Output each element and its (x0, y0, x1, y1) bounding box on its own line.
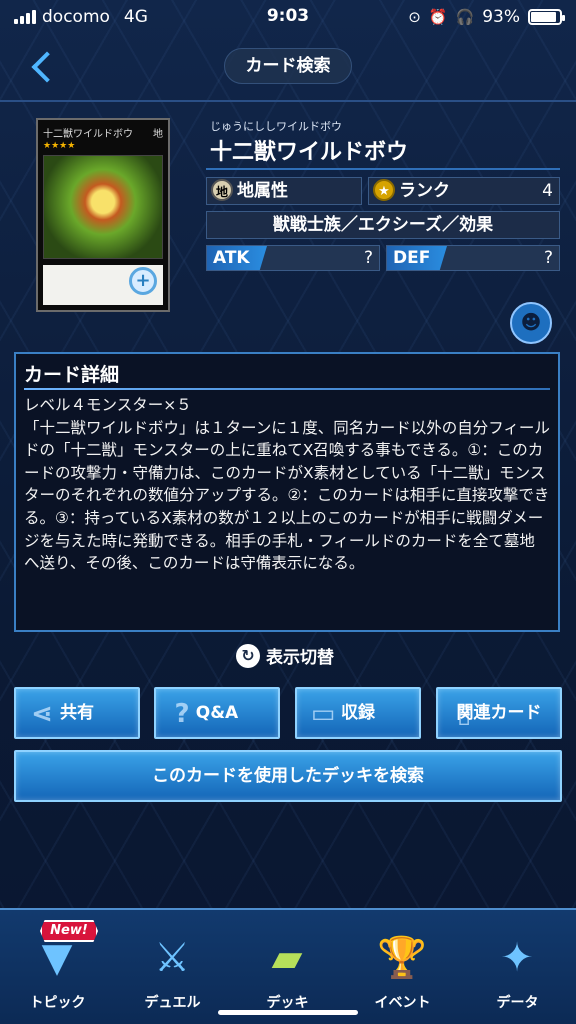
zoom-icon[interactable]: + (129, 267, 157, 295)
card-image[interactable]: 十二獣ワイルドボウ 地 ★★★★ + (36, 118, 170, 312)
card-type: 獣戦士族／エクシーズ／効果 (206, 211, 560, 239)
nav-header: カード検索 (0, 34, 576, 100)
clock: 9:03 (266, 6, 310, 26)
tab-deck[interactable]: ▰ デッキ (230, 910, 345, 1024)
share-button[interactable]: ⋖ 共有 (14, 687, 140, 739)
def-label: DEF (387, 246, 447, 270)
related-cards-button[interactable]: ▯ 関連カード (436, 687, 562, 739)
qa-button[interactable]: ? Q&A (154, 687, 280, 739)
tab-event[interactable]: 🏆 イベント (345, 910, 460, 1024)
def-value: ? (543, 248, 553, 268)
attribute-label: 地属性 (237, 181, 288, 201)
rank-star-icon: ★ (373, 179, 395, 201)
header-divider (0, 100, 576, 102)
detail-divider (24, 388, 550, 390)
tab-duel[interactable]: ⚔ デュエル (115, 910, 230, 1024)
qa-icon: ? (174, 699, 190, 729)
atk-box: ATK ? (206, 245, 380, 271)
name-divider (206, 168, 560, 170)
card-image-stars: ★★★★ (43, 141, 76, 151)
rank-value: 4 (542, 181, 553, 201)
card-image-name: 十二獣ワイルドボウ (43, 129, 133, 140)
deck-icon: ▰ (271, 935, 303, 981)
duel-disk-icon: ⚔ (154, 935, 190, 981)
card-image-attribute: 地 (153, 129, 163, 140)
toggle-label: 表示切替 (266, 648, 334, 668)
page-title: カード検索 (224, 48, 352, 84)
atk-value: ? (363, 248, 373, 268)
detail-title: カード詳細 (24, 364, 120, 386)
new-badge: New! (40, 920, 98, 942)
def-box: DEF ? (386, 245, 560, 271)
back-button[interactable] (26, 48, 58, 84)
atk-label: ATK (207, 246, 267, 270)
display-toggle[interactable]: ↻ 表示切替 (236, 643, 334, 668)
earth-attribute-icon: 地 (211, 179, 233, 201)
cards-icon: ▭ (310, 699, 336, 729)
card-artwork (43, 155, 163, 259)
pot-icon[interactable]: ☻ (510, 302, 552, 344)
card-name: 十二獣ワイルドボウ (210, 140, 409, 165)
card-effect-text: レベル４モンスター×５ 「十二獣ワイルドボウ」は１ターンに１度、同名カード以外の… (24, 396, 550, 573)
trophy-icon: 🏆 (377, 935, 427, 981)
tab-bar: ▼ New! トピック ⚔ デュエル ▰ デッキ 🏆 イベント ✦ データ (0, 908, 576, 1024)
attribute-box: 地地属性 (206, 177, 362, 205)
tab-topic[interactable]: ▼ New! トピック (0, 910, 115, 1024)
dragon-icon: ✦ (500, 935, 534, 981)
rank-box: ★ ランク 4 (368, 177, 560, 205)
home-indicator (218, 1010, 358, 1015)
card-text-box: + (43, 265, 163, 305)
card-reading: じゅうにししワイルドボウ (210, 120, 342, 133)
deck-search-button[interactable]: このカードを使用したデッキを検索 (14, 750, 562, 802)
card-detail-panel: カード詳細 レベル４モンスター×５ 「十二獣ワイルドボウ」は１ターンに１度、同名… (14, 352, 560, 632)
share-icon: ⋖ (31, 699, 53, 729)
refresh-icon: ↻ (236, 643, 260, 668)
rank-label: ランク (399, 181, 450, 201)
battery-icon (528, 9, 565, 25)
status-bar: docomo 4G 9:03 ⊙ ⏰ 🎧 93% (0, 0, 576, 34)
tab-data[interactable]: ✦ データ (460, 910, 575, 1024)
recorded-button[interactable]: ▭ 収録 (295, 687, 421, 739)
